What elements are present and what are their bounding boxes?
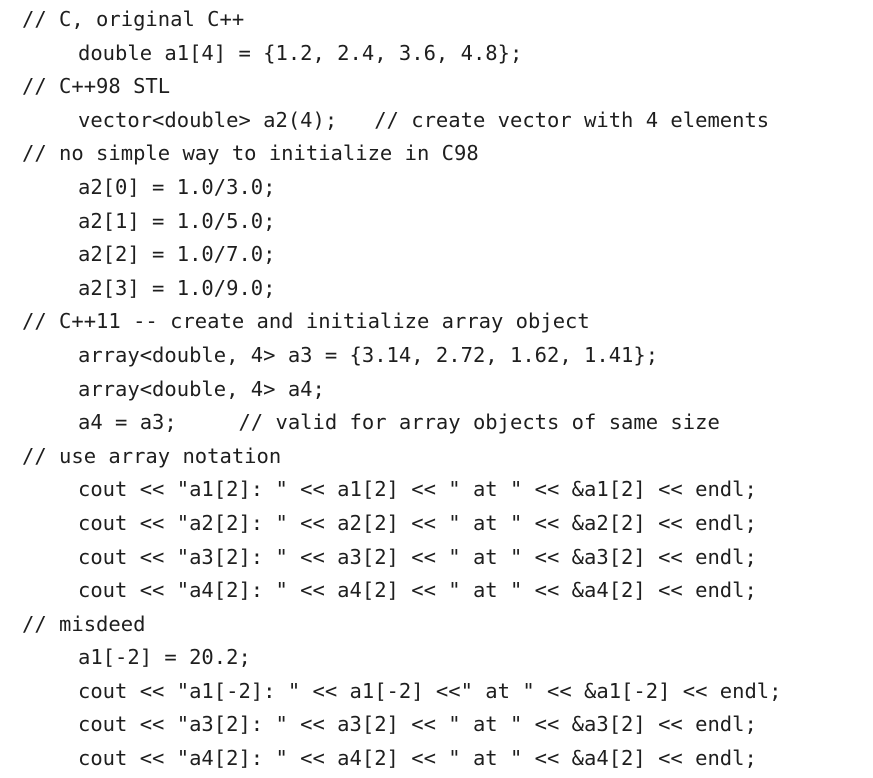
code-comment-line: // use array notation <box>22 443 282 468</box>
code-line: array<double, 4> a3 = {3.14, 2.72, 1.62,… <box>78 342 659 367</box>
code-line: cout << "a4[2]: " << a4[2] << " at " << … <box>78 746 757 771</box>
code-line: array<double, 4> a4; <box>78 376 325 401</box>
code-line: cout << "a1[-2]: " << a1[-2] <<" at " <<… <box>78 678 782 703</box>
code-line: cout << "a2[2]: " << a2[2] << " at " << … <box>78 510 757 535</box>
code-line: a2[0] = 1.0/3.0; <box>78 174 276 199</box>
code-comment-line: // C, original C++ <box>22 7 245 31</box>
code-line: a1[-2] = 20.2; <box>78 645 251 670</box>
code-line: cout << "a1[2]: " << a1[2] << " at " << … <box>78 477 757 502</box>
code-line: cout << "a3[2]: " << a3[2] << " at " << … <box>78 544 757 569</box>
code-line: a2[2] = 1.0/7.0; <box>78 242 276 267</box>
code-comment-line: // no simple way to initialize in C98 <box>22 141 479 166</box>
code-comment-line: // C++98 STL <box>22 74 171 99</box>
code-line: double a1[4] = {1.2, 2.4, 3.6, 4.8}; <box>78 40 523 65</box>
code-comment-line: // C++11 -- create and initialize array … <box>22 309 590 334</box>
code-comment-line: // misdeed <box>22 611 146 636</box>
code-line: a2[1] = 1.0/5.0; <box>78 208 276 233</box>
code-line: a4 = a3; // valid for array objects of s… <box>78 410 720 435</box>
code-line: cout << "a4[2]: " << a4[2] << " at " << … <box>78 578 757 603</box>
code-line: cout << "a3[2]: " << a3[2] << " at " << … <box>78 712 757 737</box>
code-listing: // C, original C++ double a1[4] = {1.2, … <box>0 0 873 778</box>
code-line: vector<double> a2(4); // create vector w… <box>78 107 770 132</box>
code-line: a2[3] = 1.0/9.0; <box>78 275 276 300</box>
